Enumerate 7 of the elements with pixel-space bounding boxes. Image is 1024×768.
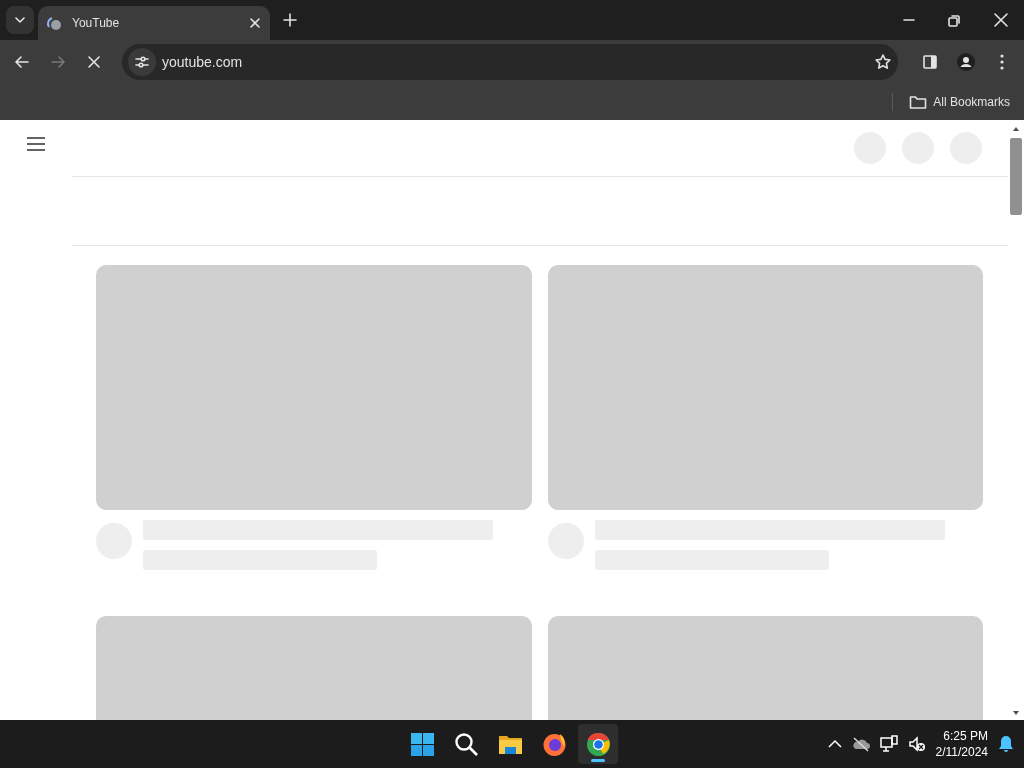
clock-date[interactable]: 2/11/2024 (935, 744, 988, 760)
clock-time[interactable]: 6:25 PM (943, 728, 988, 744)
bookmarks-label[interactable]: All Bookmarks (933, 95, 1010, 109)
address-bar[interactable]: youtube.com (122, 44, 898, 80)
browser-tab[interactable]: YouTube (38, 6, 270, 40)
url-text: youtube.com (162, 54, 244, 70)
tab-title: YouTube (72, 16, 121, 30)
